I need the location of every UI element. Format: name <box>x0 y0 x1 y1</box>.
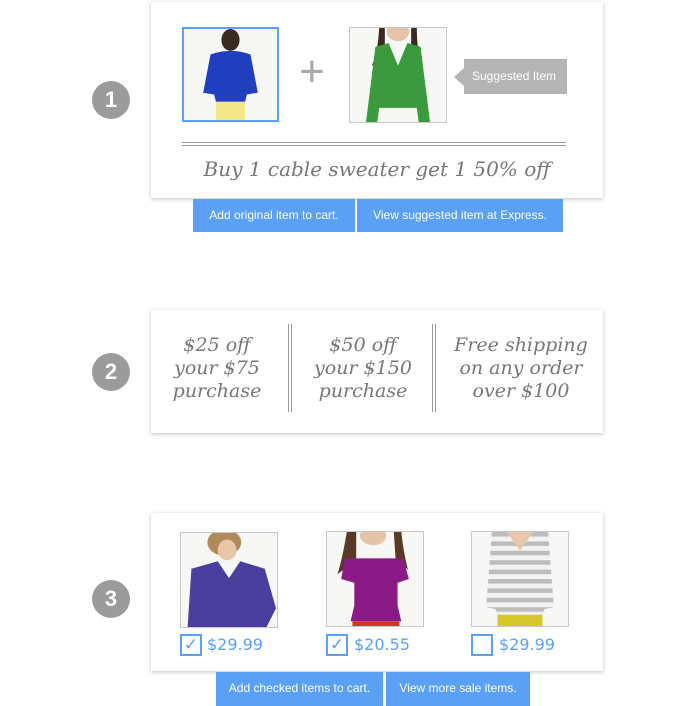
divider <box>432 324 436 412</box>
offer-line: $50 off <box>329 334 397 356</box>
offer-25-off: $25 off your $75 purchase <box>147 334 287 403</box>
suggested-tag-label: Suggested Item <box>472 69 557 83</box>
offer-line: your $75 <box>174 357 260 379</box>
sale-item-price-3: $29.99 <box>499 635 555 654</box>
product-photo <box>337 532 409 626</box>
divider <box>288 324 292 412</box>
sale-item-price-1: $29.99 <box>207 635 263 654</box>
plus-icon: + <box>299 47 325 96</box>
sale-item-image-2[interactable] <box>326 531 424 627</box>
offer-line: $25 off <box>183 334 251 356</box>
product-photo <box>486 532 554 626</box>
sale-item-image-3[interactable] <box>471 531 569 627</box>
sale-item-price-2: $20.55 <box>354 635 410 654</box>
view-suggested-item-button[interactable]: View suggested item at Express. <box>357 199 563 232</box>
product-photo <box>187 533 276 627</box>
original-item-image[interactable] <box>182 27 279 122</box>
step-number-1: 1 <box>92 81 130 119</box>
suggested-item-tag: Suggested Item <box>454 59 567 94</box>
tag-arrow-icon <box>454 68 464 86</box>
add-checked-to-cart-button[interactable]: Add checked items to cart. <box>216 672 383 706</box>
offer-line: on any order <box>459 357 583 379</box>
offer-50-off: $50 off your $150 purchase <box>293 334 433 403</box>
add-original-to-cart-button[interactable]: Add original item to cart. <box>193 199 355 232</box>
bundle-offer-card: + Suggested Item Buy 1 cable sweater get… <box>151 2 603 198</box>
offer-line: purchase <box>318 380 408 402</box>
suggested-item-image[interactable] <box>349 27 447 123</box>
offer-line: Free shipping <box>454 334 588 356</box>
sale-item-checkbox-1[interactable]: ✓ <box>180 634 202 656</box>
offer-line: purchase <box>172 380 262 402</box>
sale-item-checkbox-2[interactable]: ✓ <box>326 634 348 656</box>
divider <box>182 142 566 146</box>
step-number-2: 2 <box>92 353 130 391</box>
offer-line: your $150 <box>314 357 412 379</box>
offer-line: over $100 <box>472 380 570 402</box>
product-photo <box>203 29 258 120</box>
sale-item-image-1[interactable] <box>180 532 278 628</box>
sale-items-card: ✓ $29.99 ✓ $20.55 $29.99 <box>151 513 603 671</box>
product-photo <box>366 28 430 122</box>
view-more-sale-items-button[interactable]: View more sale items. <box>386 672 530 706</box>
discount-offers-card: $25 off your $75 purchase $50 off your $… <box>151 310 603 433</box>
step-number-3: 3 <box>92 580 130 618</box>
sale-item-checkbox-3[interactable] <box>471 634 493 656</box>
offer-free-shipping: Free shipping on any order over $100 <box>449 334 593 403</box>
offer-headline: Buy 1 cable sweater get 1 50% off <box>203 157 551 181</box>
